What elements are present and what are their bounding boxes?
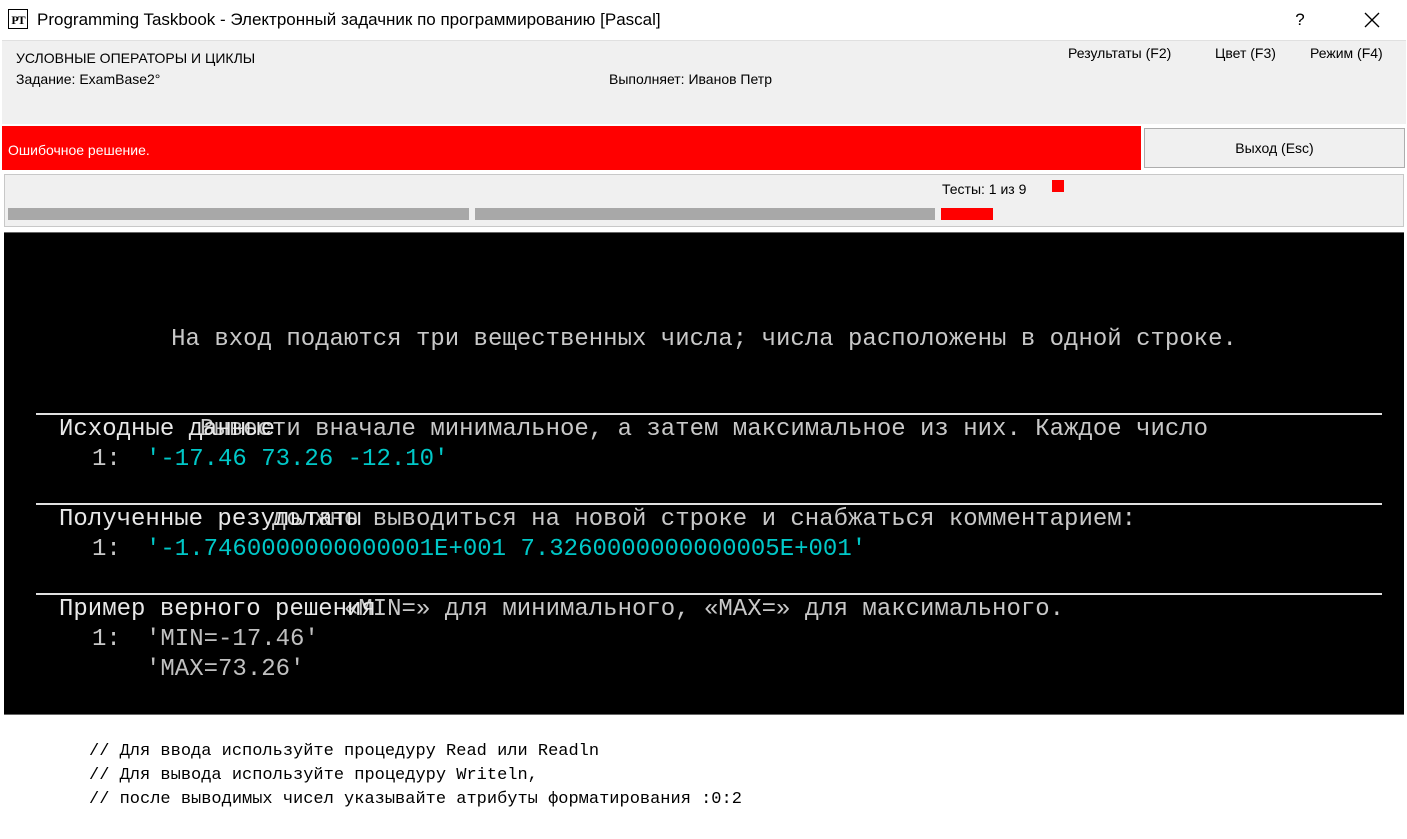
code-comment-line: // Для вывода используйте процедуру Writ… — [89, 766, 538, 785]
current-test-segment — [941, 208, 993, 220]
input-data-value: '-17.46 73.26 -12.10' — [146, 446, 449, 473]
code-comment-line: // после выводимых чисел указывайте атри… — [89, 790, 742, 809]
mode-menu-item[interactable]: Режим (F4) — [1310, 45, 1383, 61]
test-status-indicator — [1052, 180, 1064, 192]
example-line: 'MIN=-17.46' — [146, 626, 319, 653]
code-comments-panel: // Для ввода используйте процедуру Read … — [0, 715, 1407, 839]
results-title: Полученные результаты — [59, 506, 362, 533]
task-content-panel: На вход подаются три вещественных числа;… — [4, 232, 1404, 715]
description-line: На вход подаются три вещественных числа;… — [171, 326, 1237, 353]
test-progress-segment — [8, 208, 469, 220]
input-line-number: 1: — [92, 446, 121, 473]
status-bar: Ошибочное решение. — [2, 126, 1141, 170]
tests-counter: Тесты: 1 из 9 — [942, 181, 1027, 197]
results-menu-item[interactable]: Результаты (F2) — [1068, 45, 1171, 61]
section-title: УСЛОВНЫЕ ОПЕРАТОРЫ И ЦИКЛЫ — [16, 50, 256, 66]
code-comment-line: // Для ввода используйте процедуру Read … — [89, 742, 600, 761]
close-icon — [1364, 12, 1380, 28]
test-progress-segment — [475, 208, 935, 220]
example-line: 'MAX=73.26' — [146, 656, 305, 683]
example-title: Пример верного решения — [59, 596, 376, 623]
header-panel: УСЛОВНЫЕ ОПЕРАТОРЫ И ЦИКЛЫ Задание: Exam… — [2, 40, 1406, 124]
input-data-title: Исходные данные — [59, 416, 276, 443]
app-logo-icon: PT — [8, 9, 28, 29]
close-button[interactable] — [1340, 0, 1404, 40]
help-button[interactable]: ? — [1270, 0, 1330, 40]
result-value: '-1.7460000000000001E+001 7.326000000000… — [146, 536, 867, 563]
performer-name: Выполняет: Иванов Петр — [609, 71, 773, 87]
exit-button[interactable]: Выход (Esc) — [1144, 128, 1405, 168]
result-line-number: 1: — [92, 536, 121, 563]
color-menu-item[interactable]: Цвет (F3) — [1215, 45, 1276, 61]
status-message: Ошибочное решение. — [8, 142, 150, 158]
example-line-number: 1: — [92, 626, 121, 653]
window-title: Programming Taskbook - Электронный задач… — [37, 10, 661, 29]
task-name: Задание: ExamBase2° — [16, 71, 161, 87]
